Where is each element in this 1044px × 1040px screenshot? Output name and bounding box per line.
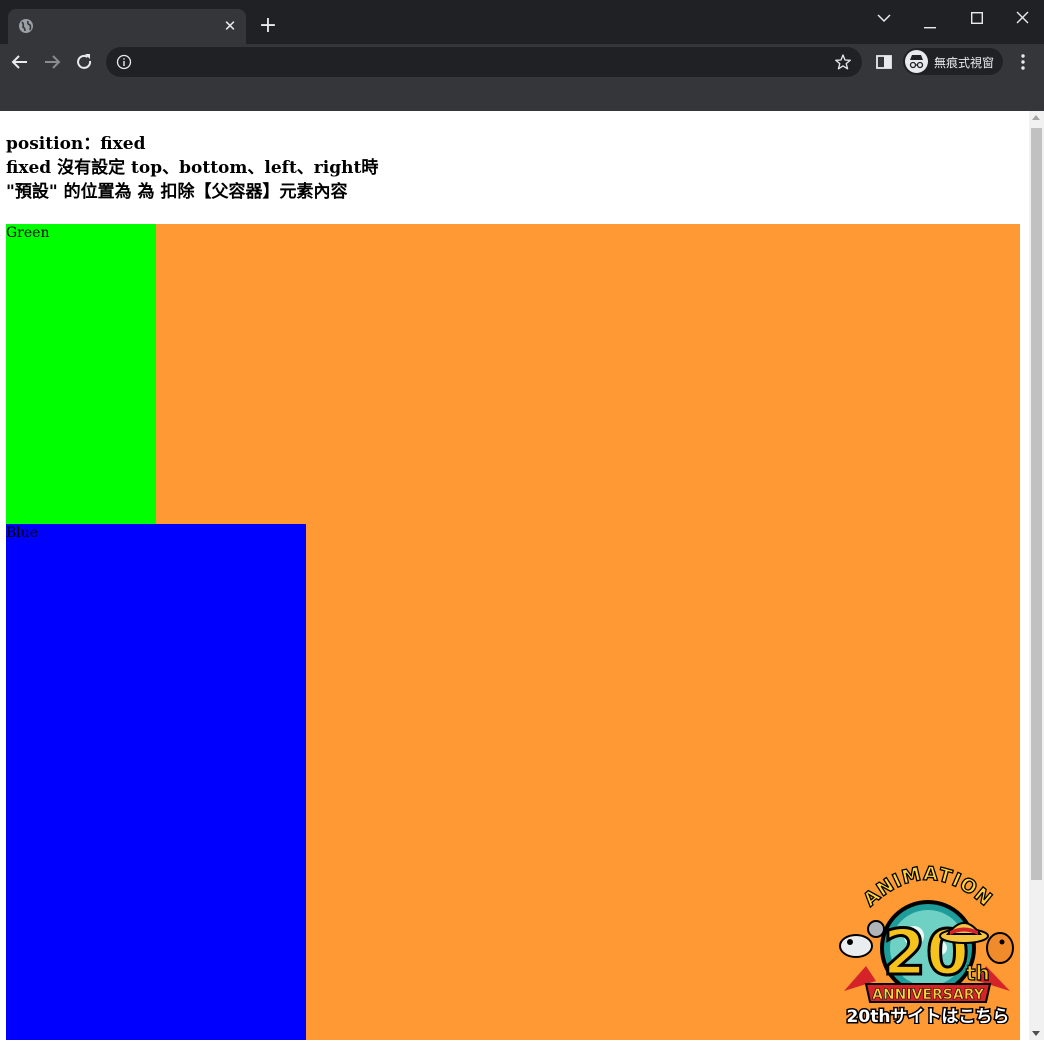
vertical-scrollbar[interactable]: [1029, 111, 1044, 1040]
badge-suffix: th: [966, 961, 990, 985]
close-icon[interactable]: ✕: [220, 16, 240, 36]
tab-search-icon[interactable]: [876, 8, 892, 32]
page-viewport: position：fixed fixed 沒有設定 top、bottom、lef…: [0, 111, 1044, 1040]
blue-box-label: Blue: [6, 525, 39, 541]
bookmark-bar: [0, 80, 1044, 111]
scroll-up-icon[interactable]: [1032, 115, 1040, 120]
maximize-icon[interactable]: [969, 9, 985, 33]
blue-box: Blue: [6, 524, 306, 1040]
incognito-profile-button[interactable]: 無痕式視窗: [903, 48, 1003, 75]
heading-line: fixed 沒有設定 top、bottom、left、right時: [6, 158, 379, 178]
anniversary-badge-link[interactable]: ANIMATION 20 th ANNIVERSARY 20thサイトはこちら: [836, 856, 1018, 1029]
minimize-icon[interactable]: [922, 14, 938, 38]
reload-icon[interactable]: [71, 49, 97, 75]
heading-line: "預設" 的位置為 為 扣除【父容器】元素內容: [6, 182, 348, 202]
incognito-icon: [905, 50, 928, 73]
scrollbar-thumb[interactable]: [1031, 128, 1042, 880]
menu-icon[interactable]: [1010, 49, 1036, 75]
close-window-icon[interactable]: [1014, 9, 1030, 33]
star-icon[interactable]: [834, 53, 852, 75]
page-heading: position：fixed fixed 沒有設定 top、bottom、lef…: [6, 132, 378, 204]
green-box: Green: [6, 224, 156, 524]
incognito-label: 無痕式視窗: [934, 56, 995, 70]
badge-link-text: 20thサイトはこちら: [847, 1007, 1010, 1024]
plus-icon[interactable]: +: [256, 14, 280, 38]
back-icon[interactable]: [7, 49, 33, 75]
forward-icon[interactable]: [39, 49, 65, 75]
browser-tab[interactable]: ✕: [8, 9, 246, 44]
side-panel-icon[interactable]: [871, 49, 897, 75]
browser-toolbar: 無痕式視窗: [0, 44, 1044, 80]
heading-line: position：fixed: [6, 134, 146, 154]
globe-icon: [18, 18, 34, 34]
info-icon[interactable]: [116, 54, 132, 74]
scroll-down-icon[interactable]: [1032, 1031, 1040, 1036]
green-box-label: Green: [6, 225, 50, 241]
address-bar[interactable]: [106, 47, 862, 77]
anniversary-logo: ANIMATION 20 th ANNIVERSARY 20thサイトはこちら: [839, 862, 1014, 1029]
tab-strip: ✕ +: [0, 0, 1044, 44]
badge-ribbon-text: ANNIVERSARY: [872, 987, 985, 1003]
